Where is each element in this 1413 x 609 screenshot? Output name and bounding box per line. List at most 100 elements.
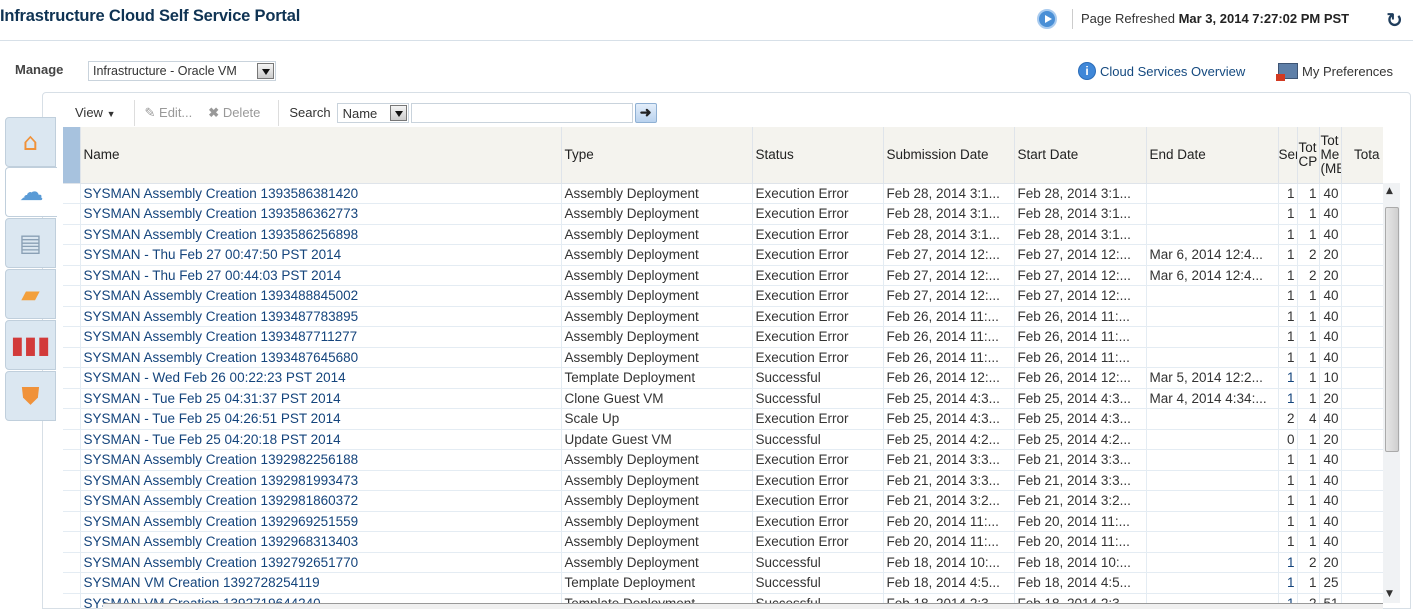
cell-name[interactable]: SYSMAN Assembly Creation 1393586256898 bbox=[80, 224, 562, 245]
cell-name[interactable]: SYSMAN - Thu Feb 27 00:44:03 PST 2014 bbox=[80, 265, 562, 286]
table-row[interactable]: SYSMAN Assembly Creation 1393487645680 As… bbox=[63, 347, 1383, 368]
row-selector[interactable] bbox=[63, 449, 81, 471]
edit-button[interactable]: ✎ Edit... bbox=[145, 105, 193, 121]
row-selector[interactable] bbox=[63, 347, 81, 368]
auto-refresh-play-icon[interactable] bbox=[1037, 9, 1057, 29]
cell-name[interactable]: SYSMAN Assembly Creation 1392968313403 bbox=[80, 531, 562, 553]
row-selector[interactable] bbox=[63, 326, 81, 348]
table-row[interactable]: SYSMAN Assembly Creation 1393487711277 As… bbox=[63, 326, 1383, 348]
column-header-status[interactable]: Status bbox=[752, 127, 884, 184]
table-row[interactable]: SYSMAN Assembly Creation 1392968313403 As… bbox=[63, 531, 1383, 553]
column-header-servers[interactable]: Ser bbox=[1278, 127, 1298, 184]
cell-name[interactable]: SYSMAN Assembly Creation 1393586362773 bbox=[80, 203, 562, 225]
row-selector[interactable] bbox=[63, 388, 81, 409]
cell-name[interactable]: SYSMAN Assembly Creation 1393488845002 bbox=[80, 285, 562, 307]
table-row[interactable]: SYSMAN Assembly Creation 1393487783895 As… bbox=[63, 306, 1383, 327]
cell-name[interactable]: SYSMAN Assembly Creation 1392982256188 bbox=[80, 449, 562, 471]
column-header-total[interactable]: Tota bbox=[1341, 127, 1383, 184]
cell-name[interactable]: SYSMAN - Tue Feb 25 04:26:51 PST 2014 bbox=[80, 408, 562, 430]
cell-servers[interactable]: 1 bbox=[1278, 572, 1298, 594]
table-row[interactable]: SYSMAN Assembly Creation 1392982256188 As… bbox=[63, 449, 1383, 471]
table-row[interactable]: SYSMAN - Tue Feb 25 04:31:37 PST 2014 Clo… bbox=[63, 388, 1383, 409]
sidebar-item-library[interactable]: ▮▮▮ bbox=[5, 320, 56, 370]
table-row[interactable]: SYSMAN Assembly Creation 1392981860372 As… bbox=[63, 490, 1383, 512]
row-selector[interactable] bbox=[63, 203, 81, 225]
table-row[interactable]: SYSMAN Assembly Creation 1392792651770 As… bbox=[63, 552, 1383, 573]
horizontal-scrollbar[interactable] bbox=[103, 603, 1383, 609]
table-row[interactable]: SYSMAN Assembly Creation 1393586256898 As… bbox=[63, 224, 1383, 245]
row-selector[interactable] bbox=[63, 470, 81, 491]
column-header-end-date[interactable]: End Date bbox=[1146, 127, 1279, 184]
chevron-down-icon[interactable] bbox=[389, 104, 407, 121]
row-selector[interactable] bbox=[63, 306, 81, 327]
manage-select[interactable]: Infrastructure - Oracle VM bbox=[88, 61, 276, 81]
cell-name[interactable]: SYSMAN Assembly Creation 1392969251559 bbox=[80, 511, 562, 532]
column-header-name[interactable]: Name bbox=[80, 127, 562, 184]
my-preferences-link[interactable]: My Preferences bbox=[1276, 63, 1393, 81]
cell-type: Assembly Deployment bbox=[561, 306, 753, 327]
cell-name[interactable]: SYSMAN Assembly Creation 1392981860372 bbox=[80, 490, 562, 512]
cell-name[interactable]: SYSMAN VM Creation 1392728254119 bbox=[80, 572, 562, 594]
column-header-total-memory[interactable]: Tot Me (MB bbox=[1319, 127, 1342, 184]
table-row[interactable]: SYSMAN Assembly Creation 1392969251559 As… bbox=[63, 511, 1383, 532]
sidebar-item-home[interactable]: ⌂ bbox=[5, 117, 56, 167]
table-row[interactable]: SYSMAN Assembly Creation 1393586381420 As… bbox=[63, 183, 1383, 204]
search-go-button[interactable]: ➜ bbox=[634, 102, 657, 123]
row-selector[interactable] bbox=[63, 183, 81, 204]
row-selector[interactable] bbox=[63, 244, 81, 266]
cell-name[interactable]: SYSMAN Assembly Creation 1393487783895 bbox=[80, 306, 562, 327]
scroll-down-icon[interactable]: ▼ bbox=[1386, 589, 1393, 599]
table-row[interactable]: SYSMAN - Tue Feb 25 04:26:51 PST 2014 Sca… bbox=[63, 408, 1383, 430]
chevron-down-icon[interactable] bbox=[257, 63, 274, 79]
cloud-services-overview-link[interactable]: i Cloud Services Overview bbox=[1078, 62, 1245, 80]
view-menu[interactable]: View ▼ bbox=[75, 105, 116, 120]
sidebar-item-storage[interactable]: ▰ bbox=[5, 269, 56, 319]
row-selector[interactable] bbox=[63, 285, 81, 307]
search-input[interactable] bbox=[410, 102, 633, 123]
cell-name[interactable]: SYSMAN - Thu Feb 27 00:47:50 PST 2014 bbox=[80, 244, 562, 266]
table-row[interactable]: SYSMAN - Wed Feb 26 00:22:23 PST 2014 Tem… bbox=[63, 367, 1383, 389]
column-header-start-date[interactable]: Start Date bbox=[1014, 127, 1147, 184]
row-selector[interactable] bbox=[63, 572, 81, 594]
column-header-submission-date[interactable]: Submission Date bbox=[883, 127, 1015, 184]
scroll-up-icon[interactable]: ▲ bbox=[1386, 186, 1393, 196]
row-selector[interactable] bbox=[63, 429, 81, 450]
row-selector[interactable] bbox=[63, 552, 81, 573]
table-row[interactable]: SYSMAN - Tue Feb 25 04:20:18 PST 2014 Upd… bbox=[63, 429, 1383, 450]
cell-name[interactable]: SYSMAN Assembly Creation 1393487711277 bbox=[80, 326, 562, 348]
row-selector[interactable] bbox=[63, 224, 81, 245]
row-selector[interactable] bbox=[63, 367, 81, 389]
cell-name[interactable]: SYSMAN Assembly Creation 1393586381420 bbox=[80, 183, 562, 204]
column-header-type[interactable]: Type bbox=[561, 127, 753, 184]
cell-name[interactable]: SYSMAN - Tue Feb 25 04:31:37 PST 2014 bbox=[80, 388, 562, 409]
cell-servers[interactable]: 1 bbox=[1278, 552, 1298, 573]
cell-name[interactable]: SYSMAN Assembly Creation 1393487645680 bbox=[80, 347, 562, 368]
cell-name[interactable]: SYSMAN Assembly Creation 1392792651770 bbox=[80, 552, 562, 573]
row-selector[interactable] bbox=[63, 593, 81, 609]
select-all-column[interactable] bbox=[63, 127, 81, 184]
row-selector[interactable] bbox=[63, 408, 81, 430]
scrollbar-thumb[interactable] bbox=[1385, 207, 1399, 452]
row-selector[interactable] bbox=[63, 490, 81, 512]
cell-servers[interactable]: 1 bbox=[1278, 388, 1298, 409]
sidebar-item-security[interactable]: ⛊ bbox=[5, 371, 56, 421]
search-field-select[interactable]: Name bbox=[336, 102, 409, 123]
cell-name[interactable]: SYSMAN Assembly Creation 1392981993473 bbox=[80, 470, 562, 491]
cell-name[interactable]: SYSMAN - Tue Feb 25 04:20:18 PST 2014 bbox=[80, 429, 562, 450]
column-header-total-cpu[interactable]: Tot CP bbox=[1297, 127, 1320, 184]
table-row[interactable]: SYSMAN - Thu Feb 27 00:47:50 PST 2014 Ass… bbox=[63, 244, 1383, 266]
delete-button[interactable]: ✖ Delete bbox=[208, 105, 260, 121]
sidebar-item-cloud[interactable]: ☁ bbox=[5, 167, 57, 217]
sidebar-item-servers[interactable]: ▤ bbox=[5, 218, 56, 268]
row-selector[interactable] bbox=[63, 531, 81, 553]
cell-name[interactable]: SYSMAN - Wed Feb 26 00:22:23 PST 2014 bbox=[80, 367, 562, 389]
cell-servers[interactable]: 1 bbox=[1278, 367, 1298, 389]
table-row[interactable]: SYSMAN VM Creation 1392728254119 Template… bbox=[63, 572, 1383, 594]
refresh-icon[interactable]: ↻ bbox=[1386, 8, 1403, 32]
table-row[interactable]: SYSMAN Assembly Creation 1393586362773 As… bbox=[63, 203, 1383, 225]
row-selector[interactable] bbox=[63, 511, 81, 532]
row-selector[interactable] bbox=[63, 265, 81, 286]
table-row[interactable]: SYSMAN - Thu Feb 27 00:44:03 PST 2014 Ass… bbox=[63, 265, 1383, 286]
table-row[interactable]: SYSMAN Assembly Creation 1392981993473 As… bbox=[63, 470, 1383, 491]
table-row[interactable]: SYSMAN Assembly Creation 1393488845002 As… bbox=[63, 285, 1383, 307]
